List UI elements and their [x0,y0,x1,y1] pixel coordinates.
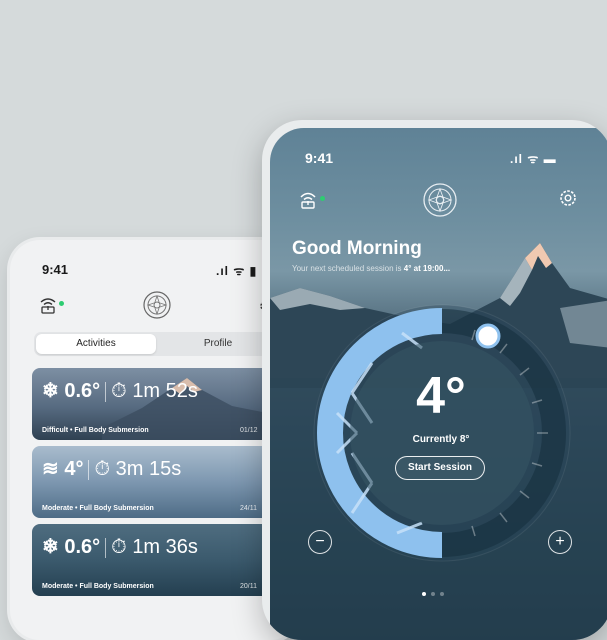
dial-handle [475,323,501,349]
session-duration: 3m 15s [115,458,182,480]
settings-gear-icon[interactable] [558,188,578,208]
temperature-dial[interactable] [312,303,572,563]
activity-card[interactable]: ≋ 4° ⏱ 3m 15s Moderate • Full Body Submer… [32,446,300,518]
start-session-button[interactable]: Start Session [395,456,485,480]
session-stats: ❄ 0.6° ⏱ 1m 36s [42,534,198,559]
segmented-tab-control: Activities Profile [34,332,294,356]
snowflake-icon: ❄ [42,536,59,558]
session-temperature: 4° [64,458,84,480]
greeting-heading: Good Morning [292,238,422,259]
page-indicator[interactable] [422,583,462,596]
device-connection-icon[interactable] [298,190,318,210]
session-duration: 1m 52s [132,380,198,402]
home-phone-frame: 9:41 .ıl ᯤ ▬ Good Morning Your next sche… [262,120,607,640]
home-screen: 9:41 .ıl ᯤ ▬ Good Morning Your next sche… [270,128,607,640]
online-status-dot [59,301,64,306]
online-status-dot [320,196,325,201]
session-subtitle: Difficult • Full Body Submersion [42,427,149,434]
timer-icon: ⏱ [111,380,127,402]
timer-icon: ⏱ [111,536,127,558]
session-date: 20/11 [240,583,257,590]
next-session-text: Your next scheduled session is 4° at 19:… [292,264,451,273]
page-dot [440,592,444,596]
session-date: 01/12 [240,427,258,434]
activities-phone-screen: 9:41 .ıl ᯤ ▮ Activities Profile ❄ 0.6° ⏱ … [10,240,300,640]
timer-icon: ⏱ [94,458,111,480]
session-temperature: 0.6° [64,380,101,402]
session-subtitle: Moderate • Full Body Submersion [42,583,154,590]
current-temperature: Currently 8° [412,434,470,445]
status-bar-indicators: .ıl ᯤ ▬ [510,152,557,166]
snowflake-icon: ❄ [42,380,59,402]
brand-logo-icon [143,291,171,319]
page-dot-active [422,592,426,596]
session-duration: 1m 36s [132,536,198,558]
status-bar-time: 9:41 [42,262,69,277]
session-stats: ❄ 0.6° ⏱ 1m 52s [42,378,198,403]
tab-profile[interactable]: Profile [158,334,278,354]
increase-temperature-button[interactable]: + [548,530,572,554]
waves-icon: ≋ [42,458,59,480]
status-bar-time: 9:41 [305,150,334,166]
session-temperature: 0.6° [64,536,101,558]
page-dot [431,592,435,596]
target-temperature: 4° [416,367,466,425]
activity-card[interactable]: ❄ 0.6° ⏱ 1m 52s Difficult • Full Body Sub… [32,368,300,440]
status-bar-indicators: .ıl ᯤ ▮ [216,264,258,278]
decrease-temperature-button[interactable]: − [308,530,332,554]
activity-card[interactable]: ❄ 0.6° ⏱ 1m 36s Moderate • Full Body Subm… [32,524,300,596]
brand-logo-icon [423,183,457,217]
session-date: 24/11 [240,505,257,512]
session-stats: ≋ 4° ⏱ 3m 15s [42,456,181,481]
tab-activities[interactable]: Activities [36,334,156,354]
device-connection-icon[interactable] [38,296,58,314]
session-subtitle: Moderate • Full Body Submersion [42,505,154,512]
